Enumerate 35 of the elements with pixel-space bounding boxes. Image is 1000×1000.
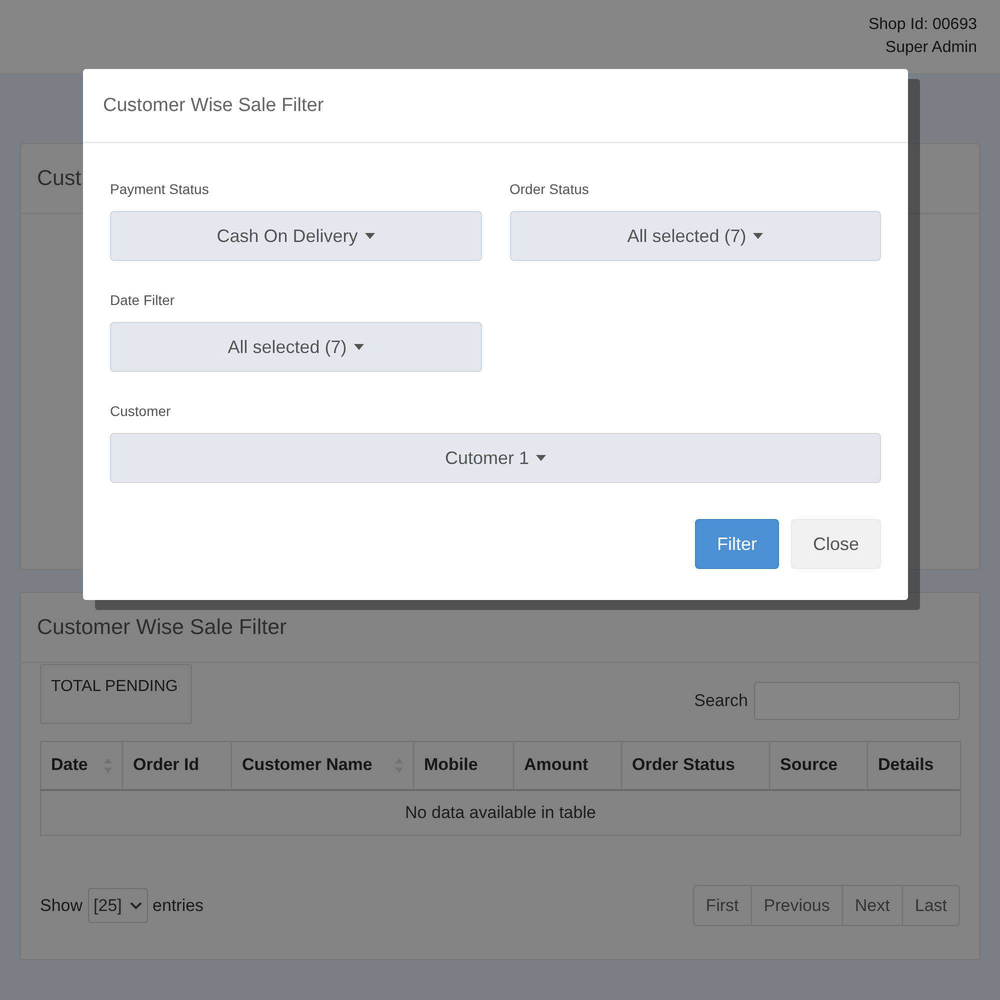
field-label: Date Filter <box>110 292 176 309</box>
pagination-button[interactable]: Last <box>902 886 959 925</box>
card-title: Customer Wise Sale Filter <box>37 615 287 640</box>
field-label: Customer <box>110 403 172 420</box>
column-header: Mobile <box>414 742 514 790</box>
close-button[interactable]: Close <box>790 519 881 569</box>
empty-message-cell: No data available in table <box>40 790 960 836</box>
dropdown-button[interactable]: All selected (7) <box>110 322 482 372</box>
column-header: Order Status <box>622 742 770 790</box>
column-header: Details <box>868 742 960 790</box>
column-header[interactable]: Customer Name <box>232 742 414 790</box>
caret-icon <box>753 233 764 239</box>
caret-icon <box>364 233 375 239</box>
shop-id-text: Shop Id: 00693 <box>868 15 977 35</box>
column-header: Amount <box>514 742 622 790</box>
dropdown-button[interactable]: All selected (7) <box>510 211 881 261</box>
user-role-text: Super Admin <box>885 38 977 58</box>
dropdown-button[interactable]: Cutomer 1 <box>110 433 881 483</box>
entries-label: entries <box>152 896 204 916</box>
filter-button[interactable]: Filter <box>694 519 779 569</box>
column-header[interactable]: Date <box>40 742 122 790</box>
search-label: Search <box>694 691 748 711</box>
show-label: Show <box>40 896 83 916</box>
page-size-select[interactable]: [25] <box>88 888 148 923</box>
dropdown-button[interactable]: Cash On Delivery <box>110 211 482 261</box>
column-header: Order Id <box>122 742 232 790</box>
card-title: Cust <box>37 166 82 191</box>
column-header: Source <box>770 742 868 790</box>
caret-icon <box>536 455 546 461</box>
field-label: Payment Status <box>110 181 210 198</box>
summary-tile: TOTAL PENDING <box>40 664 192 724</box>
chevron-down-icon <box>130 902 142 910</box>
modal-title: Customer Wise Sale Filter <box>103 94 324 116</box>
caret-icon <box>354 344 364 350</box>
field-label: Order Status <box>510 181 590 198</box>
